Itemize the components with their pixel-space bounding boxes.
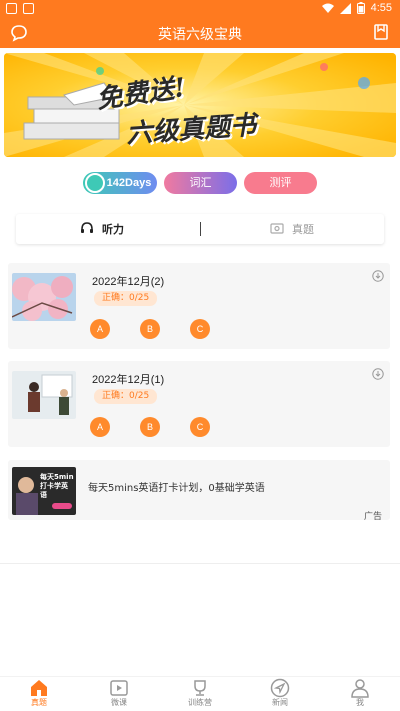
user-icon xyxy=(351,679,369,698)
download-icon[interactable] xyxy=(372,270,384,282)
gallery-notification-icon xyxy=(6,3,17,14)
ad-thumbnail-text: 每天5min 打卡学英语 xyxy=(40,473,74,499)
part-c-button[interactable]: C xyxy=(190,319,210,339)
nav-label-news: 新闻 xyxy=(272,698,288,707)
headphones-icon xyxy=(80,221,94,237)
tab-real-exams-label: 真题 xyxy=(292,223,314,236)
ad-text: 每天5mins英语打卡计划，0基础学英语 xyxy=(88,483,265,494)
signal-icon xyxy=(339,2,351,14)
evaluation-button[interactable]: 测评 xyxy=(244,172,317,194)
nav-item-lessons[interactable]: 微课 xyxy=(89,677,149,711)
camera-folder-icon xyxy=(270,222,284,237)
app-header: 英语六级宝典 xyxy=(0,18,400,48)
trophy-icon xyxy=(194,680,206,696)
exam-thumbnail-blossom xyxy=(12,273,76,321)
status-bar: 4:55 xyxy=(0,0,400,18)
part-c-button[interactable]: C xyxy=(190,417,210,437)
exam-card[interactable]: 2022年12月(1) 正确：0/25 A B C xyxy=(8,361,390,447)
video-play-icon xyxy=(110,680,128,696)
section-tabs: 听力 真题 xyxy=(16,214,384,244)
tab-listening[interactable]: 听力 xyxy=(80,214,124,244)
nav-item-me[interactable]: 我 xyxy=(330,677,390,711)
status-indicators: 4:55 xyxy=(321,2,392,14)
nav-label-exams: 真题 xyxy=(31,698,47,707)
part-b-button[interactable]: B xyxy=(140,417,160,437)
content-divider xyxy=(0,563,400,564)
vocabulary-button[interactable]: 词汇 xyxy=(164,172,237,194)
part-a-button[interactable]: A xyxy=(90,319,110,339)
nav-item-exams[interactable]: 真题 xyxy=(9,677,69,711)
exam-thumbnail-people xyxy=(12,371,76,419)
home-icon xyxy=(31,680,47,696)
study-days-badge[interactable]: 142Days xyxy=(83,172,157,194)
ad-thumbnail: 每天5min 打卡学英语 xyxy=(12,467,76,515)
page-title: 英语六级宝典 xyxy=(158,26,242,42)
promo-banner[interactable]: 免费送! 六级真题书 xyxy=(4,53,396,157)
part-a-button[interactable]: A xyxy=(90,417,110,437)
ad-card[interactable]: 每天5min 打卡学英语 每天5mins英语打卡计划，0基础学英语 广告 xyxy=(8,460,390,522)
tab-listening-label: 听力 xyxy=(102,223,124,236)
status-notifications xyxy=(6,3,34,14)
nav-item-training[interactable]: 训练营 xyxy=(170,677,230,711)
study-days-label: 142Days xyxy=(106,177,152,189)
nav-label-training: 训练营 xyxy=(188,698,212,707)
score-badge: 正确：0/25 xyxy=(94,291,158,306)
navigation-arrow-icon xyxy=(270,678,290,698)
stopwatch-icon xyxy=(85,173,105,193)
tab-real-exams[interactable]: 真题 xyxy=(270,214,314,244)
bottom-navigation: 真题 微课 训练营 新闻 我 xyxy=(0,676,400,711)
ad-label: 广告 xyxy=(363,512,382,522)
exam-title: 2022年12月(1) xyxy=(92,374,165,386)
tab-divider xyxy=(200,222,201,236)
wifi-icon xyxy=(321,3,334,13)
book-icon[interactable] xyxy=(374,24,388,44)
download-icon[interactable] xyxy=(372,368,384,380)
nav-item-news[interactable]: 新闻 xyxy=(250,677,310,711)
score-badge: 正确：0/25 xyxy=(94,389,158,404)
nav-label-me: 我 xyxy=(356,698,364,707)
nav-label-lessons: 微课 xyxy=(111,698,127,707)
clock-time: 4:55 xyxy=(370,2,392,14)
exam-title: 2022年12月(2) xyxy=(92,276,165,288)
exam-card[interactable]: 2022年12月(2) 正确：0/25 A B C xyxy=(8,263,390,349)
battery-icon xyxy=(356,2,365,14)
part-b-button[interactable]: B xyxy=(140,319,160,339)
app-notification-icon xyxy=(23,3,34,14)
